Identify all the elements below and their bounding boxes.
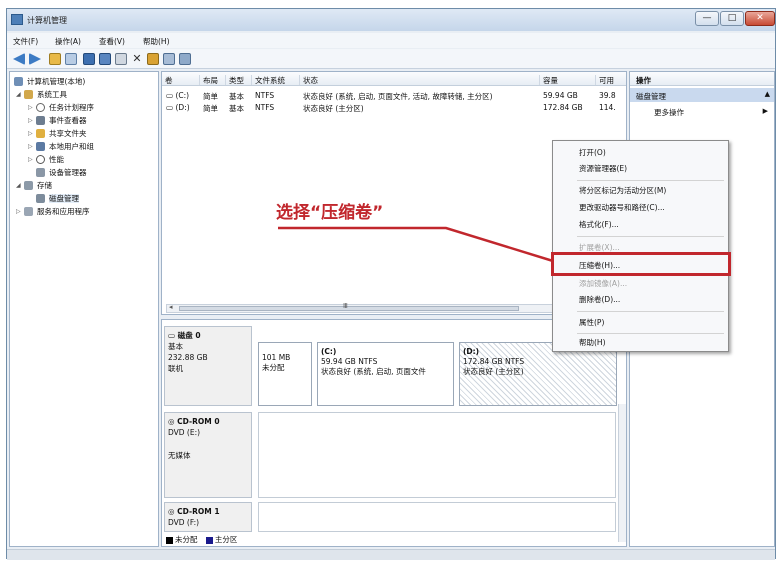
annotation-arrow [278,226,554,263]
annotation-line [278,226,554,263]
annotation-text: 选择“压缩卷” [276,203,384,223]
